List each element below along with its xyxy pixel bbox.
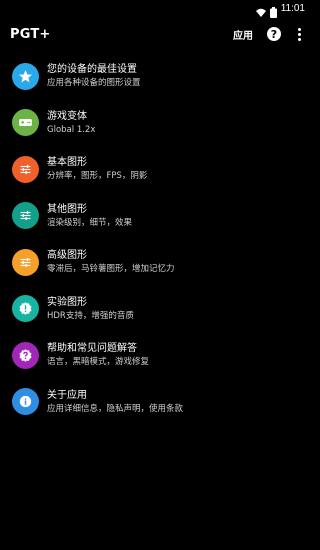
app-bar: PGT+ 应用 ? xyxy=(0,16,309,52)
menu-item-subtitle: Global 1.2x xyxy=(47,124,96,135)
menu-item-subtitle: 分辨率，图形，FPS，阴影 xyxy=(47,171,148,182)
menu-item-subtitle: 语言，黑暗模式，游戏修复 xyxy=(47,357,150,368)
menu-item-title: 您的设备的最佳设置 xyxy=(47,64,137,76)
menu-item-experimental-graphics[interactable]: 实验图形 HDR支持，增强的音质 xyxy=(0,286,309,333)
menu-item-title: 高级图形 xyxy=(47,250,87,262)
menu-item-title: 关于应用 xyxy=(47,389,87,401)
menu-item-advanced-graphics[interactable]: 高级图形 零滞后，马铃薯图形，增加记忆力 xyxy=(0,239,309,286)
battery-icon xyxy=(269,3,277,18)
app-title: PGT+ xyxy=(10,26,51,42)
menu-item-subtitle: 渲染级别，细节，效果 xyxy=(47,217,133,228)
menu-item-best-settings[interactable]: 您的设备的最佳设置 应用各种设备的图形设置 xyxy=(0,53,309,100)
star-icon xyxy=(12,62,39,90)
sliders-icon xyxy=(12,248,39,276)
menu-item-subtitle: 应用详细信息，隐私声明，使用条款 xyxy=(47,403,184,414)
gamepad-icon xyxy=(12,109,39,137)
apply-button[interactable]: 应用 xyxy=(233,27,253,42)
menu-item-title: 帮助和常见问题解答 xyxy=(47,343,137,355)
sliders-icon xyxy=(12,202,39,230)
wifi-icon xyxy=(255,3,266,17)
menu-item-title: 基本图形 xyxy=(47,157,87,169)
status-bar: 11:01 xyxy=(0,0,309,18)
more-vert-icon[interactable] xyxy=(297,27,301,41)
menu-item-subtitle: HDR支持，增强的音质 xyxy=(47,310,134,321)
menu-item-title: 实验图形 xyxy=(47,296,87,308)
menu-item-title: 游戏变体 xyxy=(47,110,87,122)
menu-item-subtitle: 零滞后，马铃薯图形，增加记忆力 xyxy=(47,264,175,275)
question-icon xyxy=(12,341,39,369)
alert-icon xyxy=(12,295,39,323)
status-time: 11:01 xyxy=(280,2,305,14)
sliders-icon xyxy=(12,155,39,183)
menu-item-about-app[interactable]: 关于应用 应用详细信息，隐私声明，使用条款 xyxy=(0,379,309,426)
info-icon xyxy=(12,388,39,416)
menu-item-help-faq[interactable]: 帮助和常见问题解答 语言，黑暗模式，游戏修复 xyxy=(0,332,309,379)
menu-item-title: 其他图形 xyxy=(47,203,87,215)
menu-item-subtitle: 应用各种设备的图形设置 xyxy=(47,78,141,89)
menu-item-other-graphics[interactable]: 其他图形 渲染级别，细节，效果 xyxy=(0,193,309,240)
help-icon[interactable]: ? xyxy=(267,27,281,41)
menu-item-basic-graphics[interactable]: 基本图形 分辨率，图形，FPS，阴影 xyxy=(0,146,309,193)
menu-item-game-variant[interactable]: 游戏变体 Global 1.2x xyxy=(0,100,309,147)
menu-list: 您的设备的最佳设置 应用各种设备的图形设置 游戏变体 Global 1.2x 基… xyxy=(0,53,309,425)
